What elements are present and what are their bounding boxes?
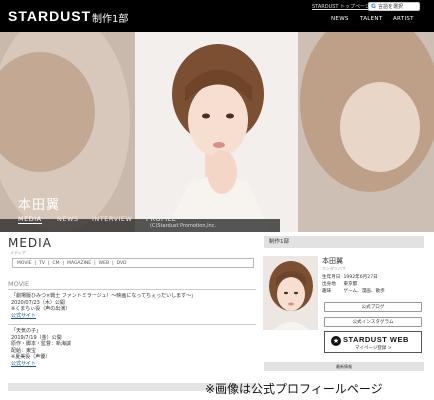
sidebar-latest-title: 最新情報 bbox=[264, 362, 424, 371]
sidebar-title: 制作1部 bbox=[264, 236, 424, 248]
info-label: 趣味 bbox=[322, 289, 332, 294]
tab-news[interactable]: NEWS bbox=[57, 215, 79, 223]
item-divider bbox=[8, 324, 256, 325]
tab-profile[interactable]: PROFILE bbox=[146, 215, 176, 223]
info-value: ゲーム、漫画、散歩 bbox=[343, 289, 385, 294]
nav-artist[interactable]: ARTIST bbox=[393, 16, 414, 22]
copyright-notice: (C)Stardust Promotion,Inc. bbox=[150, 223, 217, 229]
media-subheading: メディア bbox=[10, 250, 26, 255]
info-value: 東京都 bbox=[343, 282, 358, 287]
profile-kana: ホンダツバサ bbox=[322, 266, 346, 271]
official-blog-button[interactable]: 公式ブログ bbox=[324, 302, 422, 312]
info-value: 1992年6月27日 bbox=[343, 275, 378, 280]
profile-thumbnail[interactable] bbox=[263, 256, 318, 330]
official-site-link[interactable]: 公式サイト bbox=[11, 313, 196, 320]
nav-news[interactable]: NEWS bbox=[331, 16, 349, 22]
hero-image bbox=[0, 32, 434, 232]
language-selector-label: 言語を選択 bbox=[377, 4, 403, 10]
department-label: 制作1部 bbox=[92, 14, 129, 25]
movie-section-title: MOVIE bbox=[8, 280, 30, 288]
image-caption: ※画像は公式プロフィールページ bbox=[205, 382, 383, 396]
list-item: 「天気の子」 2019/7/19（金）公開 原作・脚本・監督：新海誠 配給：東宝… bbox=[11, 328, 71, 367]
profile-info-row: 出身地 東京都 bbox=[322, 281, 357, 287]
name-bar bbox=[0, 219, 280, 232]
media-heading: MEDIA bbox=[8, 236, 52, 250]
official-instagram-button[interactable]: 公式インスタグラム bbox=[324, 317, 422, 327]
profile-name: 本田翼 bbox=[322, 257, 343, 265]
filter-dvd[interactable]: DVD bbox=[117, 261, 127, 266]
banner-title: STARDUST WEB bbox=[343, 335, 409, 344]
profile-info-row: 生年月日 1992年6月27日 bbox=[322, 274, 378, 280]
tab-media[interactable]: MEDIA bbox=[18, 215, 42, 224]
tab-interview[interactable]: INTERVIEW bbox=[92, 215, 132, 223]
item-title: 「劇場版ひみつ×戦士 ファントミラージュ！～映画になってちぇっだいします～」 bbox=[11, 293, 197, 299]
nav-talent[interactable]: TALENT bbox=[360, 16, 383, 22]
info-label: 生年月日 bbox=[322, 275, 341, 280]
stardust-web-banner[interactable]: ★ STARDUST WEB マイページ登録 > bbox=[324, 331, 422, 353]
google-icon: G bbox=[371, 3, 376, 10]
profile-info-row: 趣味 ゲーム、漫画、散歩 bbox=[322, 288, 385, 294]
stardust-top-link[interactable]: STARDUST トップページ bbox=[312, 3, 370, 10]
stardust-logo[interactable]: STARDUST bbox=[8, 8, 91, 24]
info-label: 出身地 bbox=[322, 282, 336, 287]
media-filter-bar: MOVIE | TV | CM | MAGAZINE | WEB | DVD bbox=[12, 258, 254, 268]
profile-photo bbox=[263, 256, 318, 330]
top-bar: STARDUST 制作1部 STARDUST トップページ G 言語を選択 NE… bbox=[0, 0, 434, 32]
filter-cm[interactable]: CM bbox=[53, 261, 60, 266]
language-selector[interactable]: G 言語を選択 bbox=[368, 2, 420, 11]
banner-subtitle: マイページ登録 > bbox=[355, 346, 392, 351]
official-site-link[interactable]: 公式サイト bbox=[11, 361, 71, 368]
portrait-photo bbox=[0, 32, 434, 232]
filter-movie[interactable]: MOVIE bbox=[17, 261, 32, 266]
filter-magazine[interactable]: MAGAZINE bbox=[67, 261, 91, 266]
talent-name: 本田翼 bbox=[18, 198, 61, 213]
stardust-star-icon: ★ bbox=[331, 336, 341, 346]
filter-web[interactable]: WEB bbox=[99, 261, 109, 266]
filter-tv[interactable]: TV bbox=[39, 261, 45, 266]
list-item: 「劇場版ひみつ×戦士 ファントミラージュ！～映画になってちぇっだいします～」 2… bbox=[11, 293, 196, 319]
item-credit: 原作・脚本・監督：新海誠 bbox=[11, 341, 72, 347]
section-divider bbox=[8, 289, 256, 290]
